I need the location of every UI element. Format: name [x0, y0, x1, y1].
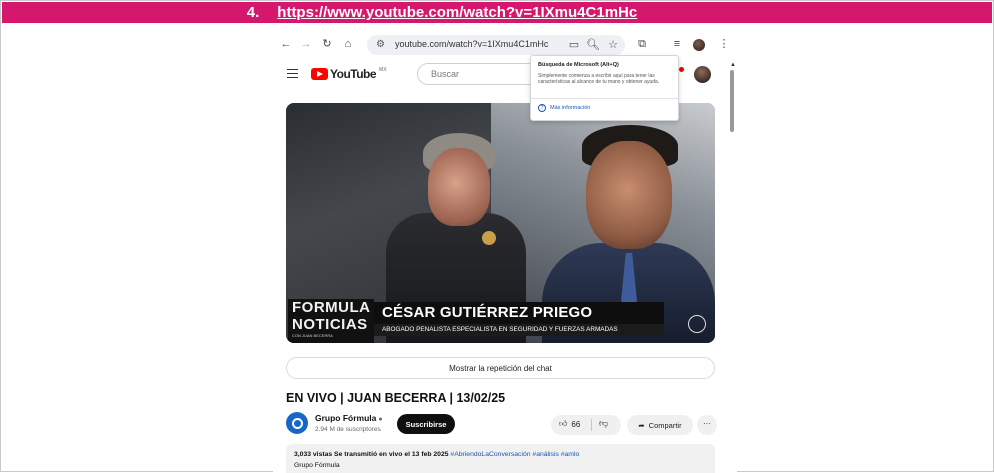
document-frame: 4. https://www.youtube.com/watch?v=1IXmu…	[0, 0, 994, 473]
channel-watermark-icon	[688, 315, 706, 333]
show-logo-line1: FORMULA	[292, 299, 371, 316]
youtube-logo[interactable]: YouTube MX	[311, 67, 387, 81]
video-player[interactable]: FORMULA NOTICIAS CON JUAN BECERRA CÉSAR …	[286, 103, 715, 343]
item-url-link[interactable]: https://www.youtube.com/watch?v=1IXmu4C1…	[277, 4, 637, 21]
region-code: MX	[379, 67, 387, 73]
like-button[interactable]: 👍︎ 66	[559, 419, 580, 429]
search-input[interactable]: Buscar	[417, 63, 541, 85]
description-line2: Grupo Fórmula	[294, 462, 340, 469]
search-placeholder: Buscar	[431, 69, 460, 79]
share-button[interactable]: ➦ Compartir	[627, 415, 693, 435]
more-actions-icon[interactable]: ···	[697, 415, 717, 435]
bookmark-star-icon[interactable]: ☆	[606, 38, 620, 52]
more-info-link[interactable]: ? Más información	[538, 104, 590, 112]
like-count: 66	[571, 419, 581, 429]
channel-name-row[interactable]: Grupo Fórmula ●	[315, 413, 383, 423]
forward-icon[interactable]: →	[299, 37, 313, 51]
reload-icon[interactable]: ↻	[320, 37, 334, 51]
thumbs-down-icon[interactable]: 👎︎	[599, 418, 608, 429]
account-avatar[interactable]	[694, 66, 711, 83]
subscribe-button[interactable]: Suscribirse	[397, 414, 455, 434]
hashtags[interactable]: #AbriendoLaConversación #análisis #amlo	[450, 451, 579, 458]
microsoft-search-popup: Búsqueda de Microsoft (Alt+Q) Simplement…	[530, 55, 679, 121]
guest-role: ABOGADO PENALISTA ESPECIALISTA EN SEGURI…	[382, 326, 618, 333]
home-icon[interactable]: ⌂	[341, 37, 355, 51]
host-face	[428, 148, 490, 226]
show-logo: FORMULA NOTICIAS CON JUAN BECERRA	[288, 299, 374, 343]
description-line1: 3,033 vistas Se transmitió en vivo el 13…	[294, 451, 579, 458]
guest-role-bar: ABOGADO PENALISTA ESPECIALISTA EN SEGURI…	[374, 324, 664, 336]
notification-badge	[679, 67, 684, 72]
popup-title: Búsqueda de Microsoft (Alt+Q)	[538, 62, 619, 68]
show-chat-replay-button[interactable]: Mostrar la repetición del chat	[286, 357, 715, 379]
hamburger-menu-icon[interactable]	[287, 69, 298, 78]
show-logo-line3: CON JUAN BECERRA	[292, 333, 333, 338]
help-icon: ?	[538, 104, 546, 112]
description-box[interactable]: 3,033 vistas Se transmitió en vivo el 13…	[286, 444, 715, 473]
youtube-play-icon	[311, 68, 328, 80]
menu-icon[interactable]: ⋮	[717, 37, 731, 51]
channel-name: Grupo Fórmula	[315, 413, 377, 423]
reading-list-icon[interactable]: ≡	[670, 37, 684, 51]
popup-divider	[531, 98, 678, 99]
back-icon[interactable]: ←	[279, 37, 293, 51]
verified-icon: ●	[378, 416, 383, 423]
channel-avatar[interactable]	[286, 412, 308, 434]
youtube-wordmark: YouTube	[330, 67, 377, 81]
thumbs-up-icon: 👍︎	[559, 419, 568, 428]
subscriber-count: 2.94 M de suscriptores	[315, 426, 381, 433]
more-info-label: Más información	[550, 105, 591, 111]
microphone	[482, 231, 496, 245]
guest-name-bar: CÉSAR GUTIÉRREZ PRIEGO	[374, 302, 664, 324]
like-divider	[591, 419, 592, 431]
cast-icon[interactable]: ▭	[567, 38, 581, 52]
profile-avatar[interactable]	[693, 39, 705, 51]
show-logo-line2: NOTICIAS	[292, 316, 368, 333]
scrollbar-thumb[interactable]	[730, 70, 734, 132]
address-bar[interactable]: ⚙ youtube.com/watch?v=1IXmu4C1mHc ▭ 🔍︎ ☆	[367, 35, 625, 55]
extensions-icon[interactable]: ⧉	[635, 37, 649, 51]
zoom-icon[interactable]: 🔍︎	[586, 38, 600, 52]
guest-name: CÉSAR GUTIÉRREZ PRIEGO	[382, 304, 593, 321]
item-number: 4.	[246, 4, 260, 21]
popup-body: Simplemente comienza a escribir aquí par…	[538, 73, 660, 86]
site-settings-icon[interactable]: ⚙	[376, 39, 385, 50]
share-label: Compartir	[648, 420, 682, 430]
address-text: youtube.com/watch?v=1IXmu4C1mHc	[395, 39, 549, 49]
lower-third-graphic: FORMULA NOTICIAS CON JUAN BECERRA CÉSAR …	[286, 299, 715, 343]
scroll-up-arrow-icon[interactable]: ▲	[730, 62, 736, 68]
like-dislike-group: 👍︎ 66 👎︎	[551, 415, 621, 435]
guest-face	[586, 141, 672, 249]
browser-screenshot: ← → ↻ ⌂ ⚙ youtube.com/watch?v=1IXmu4C1mH…	[273, 32, 737, 473]
video-title: EN VIVO | JUAN BECERRA | 13/02/25	[286, 391, 506, 405]
share-icon: ➦	[638, 420, 645, 430]
item-header-bar: 4. https://www.youtube.com/watch?v=1IXmu…	[2, 2, 992, 23]
view-stats: 3,033 vistas Se transmitió en vivo el 13…	[294, 451, 449, 458]
